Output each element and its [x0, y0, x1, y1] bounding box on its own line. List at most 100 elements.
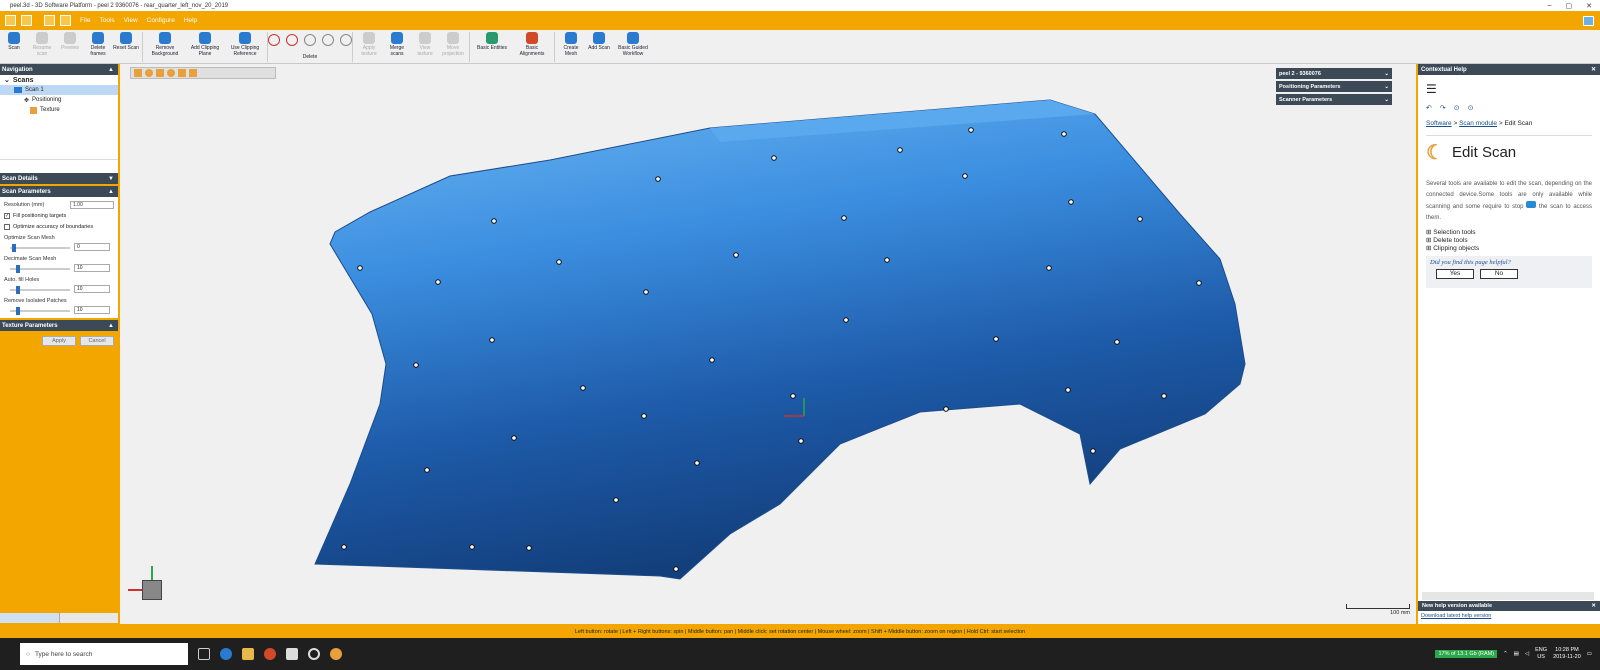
- guided-workflow-button[interactable]: Basic Guided Workflow: [614, 30, 652, 64]
- topic-delete-tools[interactable]: ⊞ Delete tools: [1426, 236, 1592, 244]
- slider-thumb[interactable]: [16, 265, 20, 273]
- optimize-mesh-input[interactable]: 0: [74, 243, 110, 251]
- texture-params-header[interactable]: Texture Parameters ▲: [0, 320, 118, 331]
- remove-patches-input[interactable]: 10: [74, 306, 110, 314]
- tab-list[interactable]: [60, 613, 119, 623]
- select-rect-icon[interactable]: [268, 34, 280, 46]
- scan-params-header[interactable]: Scan Parameters ▲: [0, 186, 118, 197]
- topic-selection-tools[interactable]: ⊞ Selection tools: [1426, 228, 1592, 236]
- optimize-boundaries-checkbox[interactable]: Optimize accuracy of boundaries: [4, 221, 114, 232]
- menu-view[interactable]: View: [124, 17, 138, 24]
- edge-icon[interactable]: [220, 648, 232, 660]
- reset-scan-button[interactable]: Reset Scan: [113, 30, 139, 64]
- task-view-icon[interactable]: [198, 648, 210, 660]
- close-icon[interactable]: ✕: [1591, 66, 1596, 73]
- decimate-input[interactable]: 10: [74, 264, 110, 272]
- slider-thumb[interactable]: [16, 307, 20, 315]
- previous-icon[interactable]: ⊙: [1454, 104, 1460, 112]
- breadcrumb-scan-module[interactable]: Scan module: [1459, 120, 1497, 127]
- tree-root-scans[interactable]: ⌄ Scans: [0, 75, 118, 85]
- tree-item-texture[interactable]: Texture: [0, 105, 118, 115]
- navigation-header[interactable]: Navigation ▲: [0, 64, 118, 75]
- orientation-cube[interactable]: [128, 564, 168, 604]
- close-icon[interactable]: ✕: [1586, 2, 1592, 10]
- close-icon[interactable]: ✕: [1591, 603, 1596, 609]
- resolution-input[interactable]: 1.00: [70, 200, 114, 209]
- topic-clipping-objects[interactable]: ⊞ Clipping objects: [1426, 244, 1592, 252]
- tray-chevron-icon[interactable]: ⌃: [1503, 651, 1508, 657]
- help-hscrollbar[interactable]: [1422, 592, 1594, 600]
- expand-icon[interactable]: ▼: [108, 176, 114, 182]
- cancel-button[interactable]: Cancel: [80, 336, 114, 346]
- download-help-link[interactable]: Download latest help version: [1421, 613, 1491, 619]
- 3d-viewport[interactable]: peel 2 - 9360076 ⌄ Positioning Parameters…: [120, 64, 1416, 624]
- volume-icon[interactable]: ◁: [1525, 651, 1529, 657]
- help-toggle-icon[interactable]: [1583, 15, 1594, 26]
- slider-thumb[interactable]: [12, 244, 16, 252]
- minimize-icon[interactable]: –: [1548, 2, 1552, 10]
- language-indicator[interactable]: ENG US: [1535, 647, 1547, 661]
- autofill-slider[interactable]: 10: [4, 285, 114, 295]
- menu-help[interactable]: Help: [184, 17, 197, 24]
- forward-icon[interactable]: ↷: [1440, 104, 1446, 112]
- decimate-slider[interactable]: 10: [4, 264, 114, 274]
- merge-scans-button[interactable]: Merge scans: [384, 30, 410, 64]
- hamburger-icon[interactable]: ☰: [1426, 82, 1592, 96]
- mail-icon[interactable]: [286, 648, 298, 660]
- taskbar-search[interactable]: ○ Type here to search: [20, 643, 188, 665]
- open-file-icon[interactable]: [21, 15, 32, 26]
- scanner-dropdown[interactable]: peel 2 - 9360076 ⌄: [1276, 68, 1392, 79]
- clock[interactable]: 10:28 PM 2019-11-20: [1553, 647, 1581, 661]
- positioning-dropdown[interactable]: Positioning Parameters ⌄: [1276, 81, 1392, 92]
- basic-entities-button[interactable]: Basic Entities: [473, 30, 511, 64]
- maximize-icon[interactable]: ▢: [1566, 2, 1573, 10]
- use-clipping-reference-button[interactable]: Use Clipping Reference: [226, 30, 264, 64]
- move-projection-button[interactable]: Move projection: [440, 30, 466, 64]
- menu-configure[interactable]: Configure: [147, 17, 175, 24]
- select-brush-icon[interactable]: [304, 34, 316, 46]
- add-scan-button[interactable]: Add Scan: [586, 30, 612, 64]
- feedback-yes-button[interactable]: Yes: [1436, 269, 1474, 279]
- remove-patches-slider[interactable]: 10: [4, 306, 114, 316]
- fender-surface[interactable]: [314, 99, 1246, 580]
- network-icon[interactable]: ▤: [1514, 651, 1519, 657]
- collapse-icon[interactable]: ▲: [108, 189, 114, 195]
- select-lasso-icon[interactable]: [286, 34, 298, 46]
- scan-mesh[interactable]: [120, 64, 1416, 624]
- add-clipping-plane-button[interactable]: Add Clipping Plane: [186, 30, 224, 64]
- resume-scan-button[interactable]: Resume scan: [29, 30, 55, 64]
- scan-button[interactable]: Scan: [1, 30, 27, 64]
- create-mesh-button[interactable]: Create Mesh: [558, 30, 584, 64]
- next-icon[interactable]: ⊙: [1468, 104, 1474, 112]
- apply-button[interactable]: Apply: [42, 336, 76, 346]
- back-icon[interactable]: ↶: [1426, 104, 1432, 112]
- tab-navigation[interactable]: [0, 613, 60, 623]
- preview-button[interactable]: Preview: [57, 30, 83, 64]
- chrome-icon[interactable]: [264, 648, 276, 660]
- apply-texture-button[interactable]: Apply texture: [356, 30, 382, 64]
- tree-item-positioning[interactable]: ✥ Positioning: [0, 95, 118, 105]
- new-file-icon[interactable]: [5, 15, 16, 26]
- save-as-icon[interactable]: [60, 15, 71, 26]
- menu-tools[interactable]: Tools: [99, 17, 114, 24]
- fill-targets-checkbox[interactable]: ✓ Fill positioning targets: [4, 210, 114, 221]
- autofill-input[interactable]: 10: [74, 285, 110, 293]
- menu-file[interactable]: File: [80, 17, 90, 24]
- collapse-icon[interactable]: ▲: [108, 323, 114, 329]
- delete-frames-button[interactable]: Delete frames: [85, 30, 111, 64]
- view-texture-button[interactable]: View texture: [412, 30, 438, 64]
- scanner-params-dropdown[interactable]: Scanner Parameters ⌄: [1276, 94, 1392, 105]
- file-explorer-icon[interactable]: [242, 648, 254, 660]
- optimize-mesh-slider[interactable]: 0: [4, 243, 114, 253]
- notification-icon[interactable]: ▭: [1587, 651, 1592, 657]
- remove-background-button[interactable]: Remove Background: [146, 30, 184, 64]
- expand-icon[interactable]: ⌄: [4, 76, 10, 84]
- cube-icon[interactable]: [142, 580, 162, 600]
- save-icon[interactable]: [44, 15, 55, 26]
- collapse-icon[interactable]: ▲: [108, 67, 114, 73]
- scan-details-header[interactable]: Scan Details ▼: [0, 173, 118, 184]
- select-all-icon[interactable]: [340, 34, 352, 46]
- settings-icon[interactable]: [308, 648, 320, 660]
- peel3d-app-icon[interactable]: [330, 648, 342, 660]
- breadcrumb-software[interactable]: Software: [1426, 120, 1452, 127]
